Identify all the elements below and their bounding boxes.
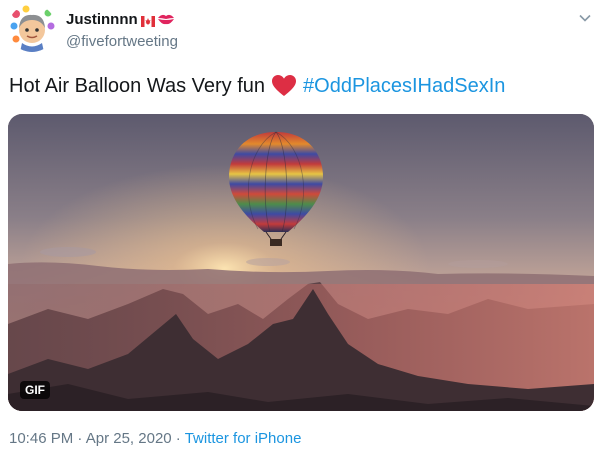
user-handle[interactable]: @fivefortweeting	[66, 33, 178, 50]
tweet-text: Hot Air Balloon Was Very fun #OddPlacesI…	[9, 73, 505, 99]
tweet-meta: 10:46 PM · Apr 25, 2020 · Twitter for iP…	[9, 430, 301, 447]
user-names: Justinnnn @fivefortweeting	[66, 10, 178, 51]
meta-separator: ·	[73, 430, 86, 447]
display-name[interactable]: Justinnnn	[66, 11, 138, 28]
tweet-body: Hot Air Balloon Was Very fun	[9, 75, 266, 97]
tweet-time[interactable]: 10:46 PM	[9, 430, 73, 447]
balloon-scene-image	[8, 114, 594, 411]
tweet-header: Justinnnn @fivefortweeting	[0, 0, 600, 60]
chevron-down-icon[interactable]	[578, 10, 592, 22]
avatar[interactable]	[8, 4, 56, 52]
canada-flag-icon	[140, 14, 155, 27]
red-heart-icon	[271, 74, 297, 98]
tweet-date[interactable]: Apr 25, 2020	[86, 430, 172, 447]
tweet-source-link[interactable]: Twitter for iPhone	[185, 430, 302, 447]
gif-badge: GIF	[20, 381, 50, 399]
kiss-mark-icon	[157, 12, 175, 26]
meta-separator-2: ·	[171, 430, 185, 447]
gif-media[interactable]: GIF	[8, 114, 594, 411]
display-name-row: Justinnnn	[66, 10, 178, 28]
hashtag-link[interactable]: #OddPlacesIHadSexIn	[303, 73, 505, 99]
